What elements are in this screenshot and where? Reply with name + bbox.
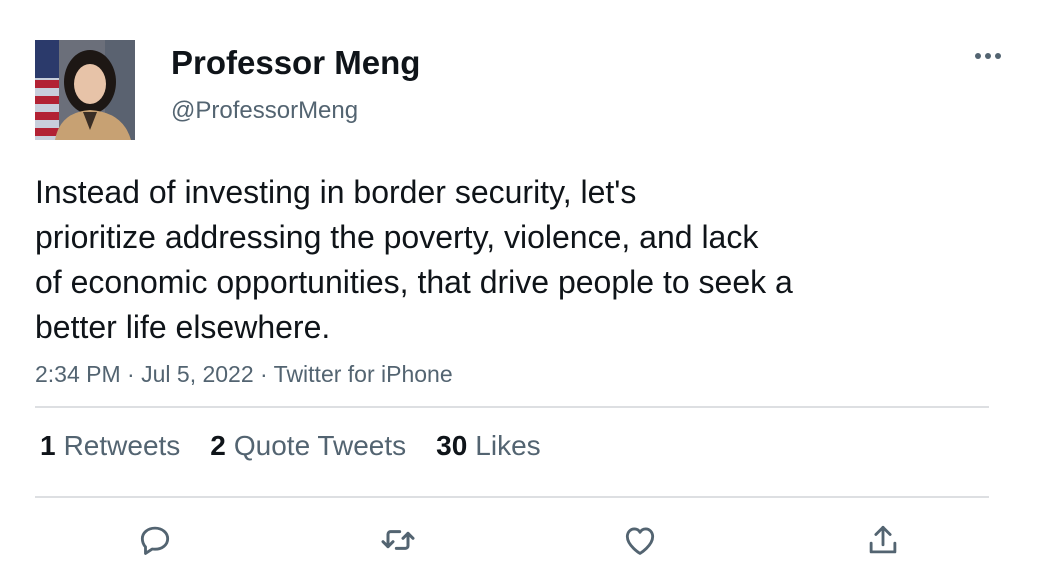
retweets-count: 1: [40, 430, 56, 461]
retweet-icon: [381, 530, 415, 550]
tweet-source[interactable]: Twitter for iPhone: [274, 361, 453, 387]
quote-tweets-label: Quote Tweets: [233, 430, 407, 461]
retweets-stat[interactable]: 1 Retweets: [40, 430, 180, 462]
likes-stat[interactable]: 30 Likes: [436, 430, 541, 462]
likes-label: Likes: [475, 430, 541, 461]
tweet-line: of economic opportunities, that drive pe…: [35, 264, 793, 300]
likes-count: 30: [436, 430, 468, 461]
engagement-stats: 1 Retweets 2 Quote Tweets 30 Likes: [40, 430, 541, 462]
author-name[interactable]: Professor Meng: [171, 44, 420, 82]
tweet-line: better life elsewhere.: [35, 309, 331, 345]
tweet-text: Instead of investing in border security,…: [35, 170, 915, 350]
retweet-button[interactable]: [376, 518, 420, 562]
tweet-time[interactable]: 2:34 PM: [35, 361, 121, 387]
avatar[interactable]: [35, 40, 135, 140]
tweet-date[interactable]: Jul 5, 2022: [141, 361, 254, 387]
tweet-metadata: 2:34 PM · Jul 5, 2022 · Twitter for iPho…: [35, 361, 453, 388]
quote-tweets-count: 2: [210, 430, 226, 461]
meta-separator: ·: [120, 361, 142, 387]
tweet-line: prioritize addressing the poverty, viole…: [35, 219, 759, 255]
share-button[interactable]: [861, 518, 905, 562]
reply-button[interactable]: [133, 518, 177, 562]
meta-separator: ·: [253, 361, 274, 387]
divider: [35, 496, 989, 498]
reply-icon: [140, 526, 170, 555]
retweets-label: Retweets: [63, 430, 181, 461]
like-button[interactable]: [618, 518, 662, 562]
share-icon: [869, 525, 897, 554]
quote-tweets-stat[interactable]: 2 Quote Tweets: [210, 430, 406, 462]
divider: [35, 406, 989, 408]
profile-photo: [35, 40, 135, 140]
more-options-icon[interactable]: [972, 44, 1004, 68]
like-icon: [625, 527, 655, 555]
author-handle[interactable]: @ProfessorMeng: [171, 97, 358, 125]
tweet-line: Instead of investing in border security,…: [35, 174, 637, 210]
